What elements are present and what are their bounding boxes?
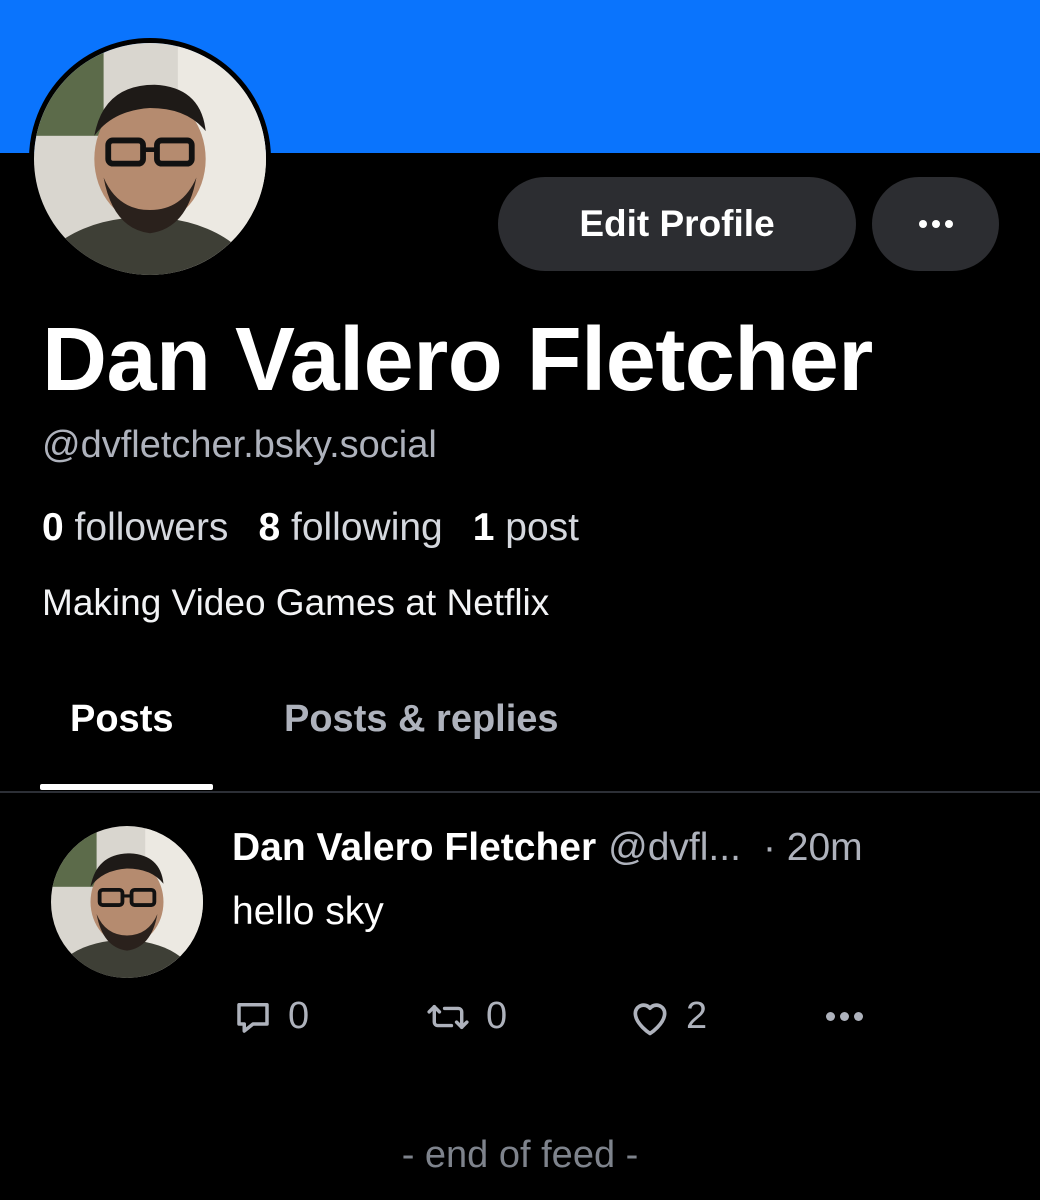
end-of-feed: - end of feed - [401, 1134, 639, 1176]
reply-button[interactable]: 0 [232, 995, 309, 1038]
repost-icon [427, 1004, 469, 1029]
post-timestamp[interactable]: · 20m [763, 826, 863, 870]
like-button[interactable]: 2 [628, 995, 707, 1038]
following-count: 8 [258, 506, 281, 549]
profile-bio: Making Video Games at Netflix [42, 582, 550, 623]
tab-posts[interactable]: Posts [70, 698, 173, 741]
following-label: following [290, 506, 443, 549]
edit-profile-button[interactable]: Edit Profile [498, 177, 856, 271]
reply-icon [237, 1002, 269, 1033]
following-stat[interactable]: 8 following [258, 506, 442, 550]
followers-count: 0 [42, 506, 64, 549]
tab-divider [0, 791, 1040, 793]
tab-posts-and-replies[interactable]: Posts & replies [284, 698, 559, 741]
post-more-button[interactable] [826, 1012, 863, 1021]
posts-stat: 1 post [473, 506, 579, 550]
ellipsis-icon [826, 1012, 863, 1021]
like-count: 2 [686, 995, 708, 1037]
reply-count: 0 [288, 995, 310, 1037]
tab-selected-indicator [40, 784, 213, 790]
posts-label: post [505, 506, 580, 549]
post-author-handle[interactable]: @dvfl... [608, 826, 741, 870]
ellipsis-icon [918, 220, 953, 228]
posts-count: 1 [472, 506, 495, 549]
repost-count: 0 [486, 995, 508, 1037]
profile-stats: 0 followers 8 following 1 post [42, 506, 609, 550]
profile-more-button[interactable] [872, 177, 999, 271]
profile-handle: @dvfletcher.bsky.social [42, 424, 437, 466]
profile-avatar[interactable] [29, 38, 271, 280]
followers-label: followers [74, 506, 229, 549]
post-header: Dan Valero Fletcher @dvfl... · 20m [232, 826, 863, 870]
profile-display-name: Dan Valero Fletcher [42, 310, 873, 410]
post-text[interactable]: hello sky [232, 890, 384, 934]
repost-button[interactable]: 0 [424, 995, 507, 1038]
post-author-avatar[interactable] [51, 826, 203, 978]
heart-icon [633, 1002, 667, 1035]
post-author-name[interactable]: Dan Valero Fletcher [232, 826, 596, 870]
followers-stat[interactable]: 0 followers [42, 506, 228, 550]
